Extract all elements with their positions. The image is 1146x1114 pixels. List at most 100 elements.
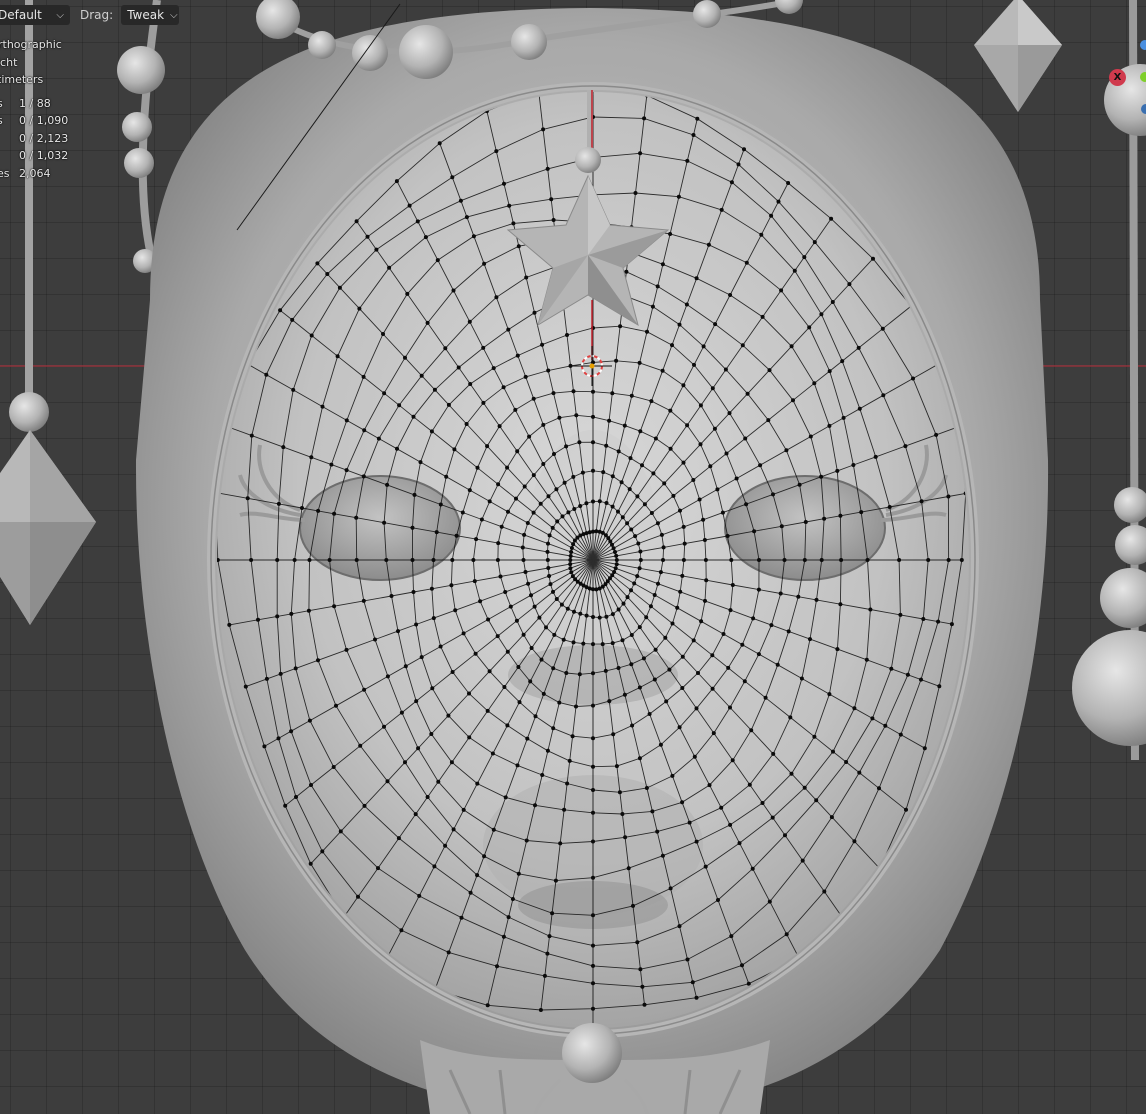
mesh-vertex (396, 629, 400, 634)
mesh-vertex (332, 604, 337, 609)
mesh-vertex (495, 964, 499, 969)
3d-viewport[interactable]: X Default ⌵ Drag: Tweak ⌵ rthographic ic… (0, 0, 1146, 1114)
mesh-vertex (382, 391, 387, 396)
mesh-vertex (803, 520, 808, 524)
mesh-vertex (775, 662, 780, 667)
mesh-vertex (449, 583, 454, 588)
mesh-vertex (482, 854, 487, 859)
mesh-vertex (528, 679, 533, 684)
gizmo-neg-z-icon[interactable] (1141, 104, 1146, 114)
mesh-vertex (701, 517, 706, 522)
mesh-vertex (555, 519, 560, 524)
mesh-vertex (629, 588, 633, 593)
mesh-vertex (307, 718, 312, 723)
gizmo-y-axis-icon[interactable] (1140, 72, 1146, 82)
mesh-vertex (539, 657, 544, 662)
mesh-vertex (382, 520, 387, 525)
mesh-vertex (776, 199, 781, 204)
mesh-vertex (650, 304, 655, 309)
mesh-vertex (434, 530, 439, 535)
mesh-vertex (692, 754, 697, 759)
mesh-vertex (664, 699, 669, 704)
mesh-vertex (537, 615, 542, 620)
mesh-vertex (522, 484, 527, 489)
mesh-vertex (647, 712, 652, 716)
mesh-vertex (670, 621, 675, 626)
mesh-vertex (570, 734, 575, 739)
mesh-vertex (903, 444, 908, 449)
mesh-vertex (613, 550, 617, 554)
drag-mode-dropdown[interactable]: Tweak ⌵ (121, 5, 180, 25)
mesh-vertex (430, 686, 435, 691)
mesh-vertex (540, 773, 545, 777)
mesh-vertex (498, 574, 503, 579)
transform-orientation-dropdown[interactable]: Default ⌵ (0, 5, 70, 25)
mesh-vertex (510, 897, 515, 901)
mesh-vertex (416, 746, 421, 751)
mesh-vertex (784, 448, 789, 453)
gizmo-x-axis-button[interactable]: X (1109, 69, 1126, 86)
mesh-vertex (670, 773, 675, 778)
mesh-vertex (485, 444, 490, 449)
mesh-vertex (411, 414, 416, 419)
mesh-vertex (919, 677, 923, 682)
mesh-vertex (275, 614, 280, 619)
mesh-vertex (601, 470, 606, 475)
mesh-vertex (691, 638, 696, 643)
mesh-vertex (889, 666, 894, 671)
mesh-vertex (403, 355, 407, 360)
mesh-vertex (616, 666, 621, 670)
mesh-vertex (814, 798, 819, 803)
mesh-vertex (550, 525, 555, 530)
mesh-vertex (750, 866, 755, 871)
mesh-vertex (423, 235, 428, 240)
mesh-vertex (694, 706, 699, 711)
mesh-vertex (759, 232, 764, 237)
mesh-vertex (852, 706, 857, 711)
mesh-scene[interactable] (0, 0, 1146, 1114)
mesh-vertex (531, 473, 536, 478)
mesh-vertex (637, 566, 642, 571)
mesh-vertex (591, 839, 595, 844)
mesh-vertex (729, 558, 734, 562)
mesh-vertex (591, 810, 595, 815)
mesh-vertex (622, 692, 627, 697)
mesh-vertex (517, 700, 522, 705)
mesh-vertex (577, 440, 582, 445)
mesh-vertex (479, 517, 484, 522)
mesh-vertex (450, 670, 455, 674)
mesh-vertex (591, 913, 595, 918)
mesh-vertex (443, 346, 448, 351)
mesh-vertex (546, 541, 550, 546)
mesh-vertex (797, 482, 802, 487)
mesh-vertex (411, 590, 416, 594)
mesh-vertex (898, 732, 903, 737)
mesh-vertex (681, 383, 686, 388)
mesh-vertex (725, 534, 730, 538)
mesh-vertex (473, 651, 478, 656)
mesh-vertex (631, 903, 635, 908)
mesh-vertex (740, 642, 745, 647)
mesh-vertex (591, 764, 595, 769)
mesh-vertex (703, 558, 708, 562)
mesh-vertex (514, 496, 518, 501)
mesh-vertex (515, 763, 520, 768)
mesh-vertex (726, 665, 731, 670)
gizmo-z-axis-icon[interactable] (1140, 40, 1146, 50)
mesh-vertex (660, 262, 665, 267)
mesh-vertex (640, 984, 645, 989)
mesh-vertex (438, 644, 443, 649)
mesh-vertex (487, 499, 492, 504)
mesh-vertex (756, 587, 761, 592)
mesh-vertex (658, 742, 663, 747)
mesh-vertex (508, 604, 513, 609)
mesh-vertex (569, 570, 574, 575)
mesh-vertex (564, 671, 569, 675)
mesh-vertex (629, 633, 634, 637)
mesh-vertex (436, 779, 441, 784)
mesh-vertex (417, 893, 422, 898)
mesh-vertex (412, 492, 417, 497)
mesh-vertex (641, 656, 646, 661)
mesh-vertex (283, 803, 288, 808)
mesh-vertex (574, 413, 579, 418)
